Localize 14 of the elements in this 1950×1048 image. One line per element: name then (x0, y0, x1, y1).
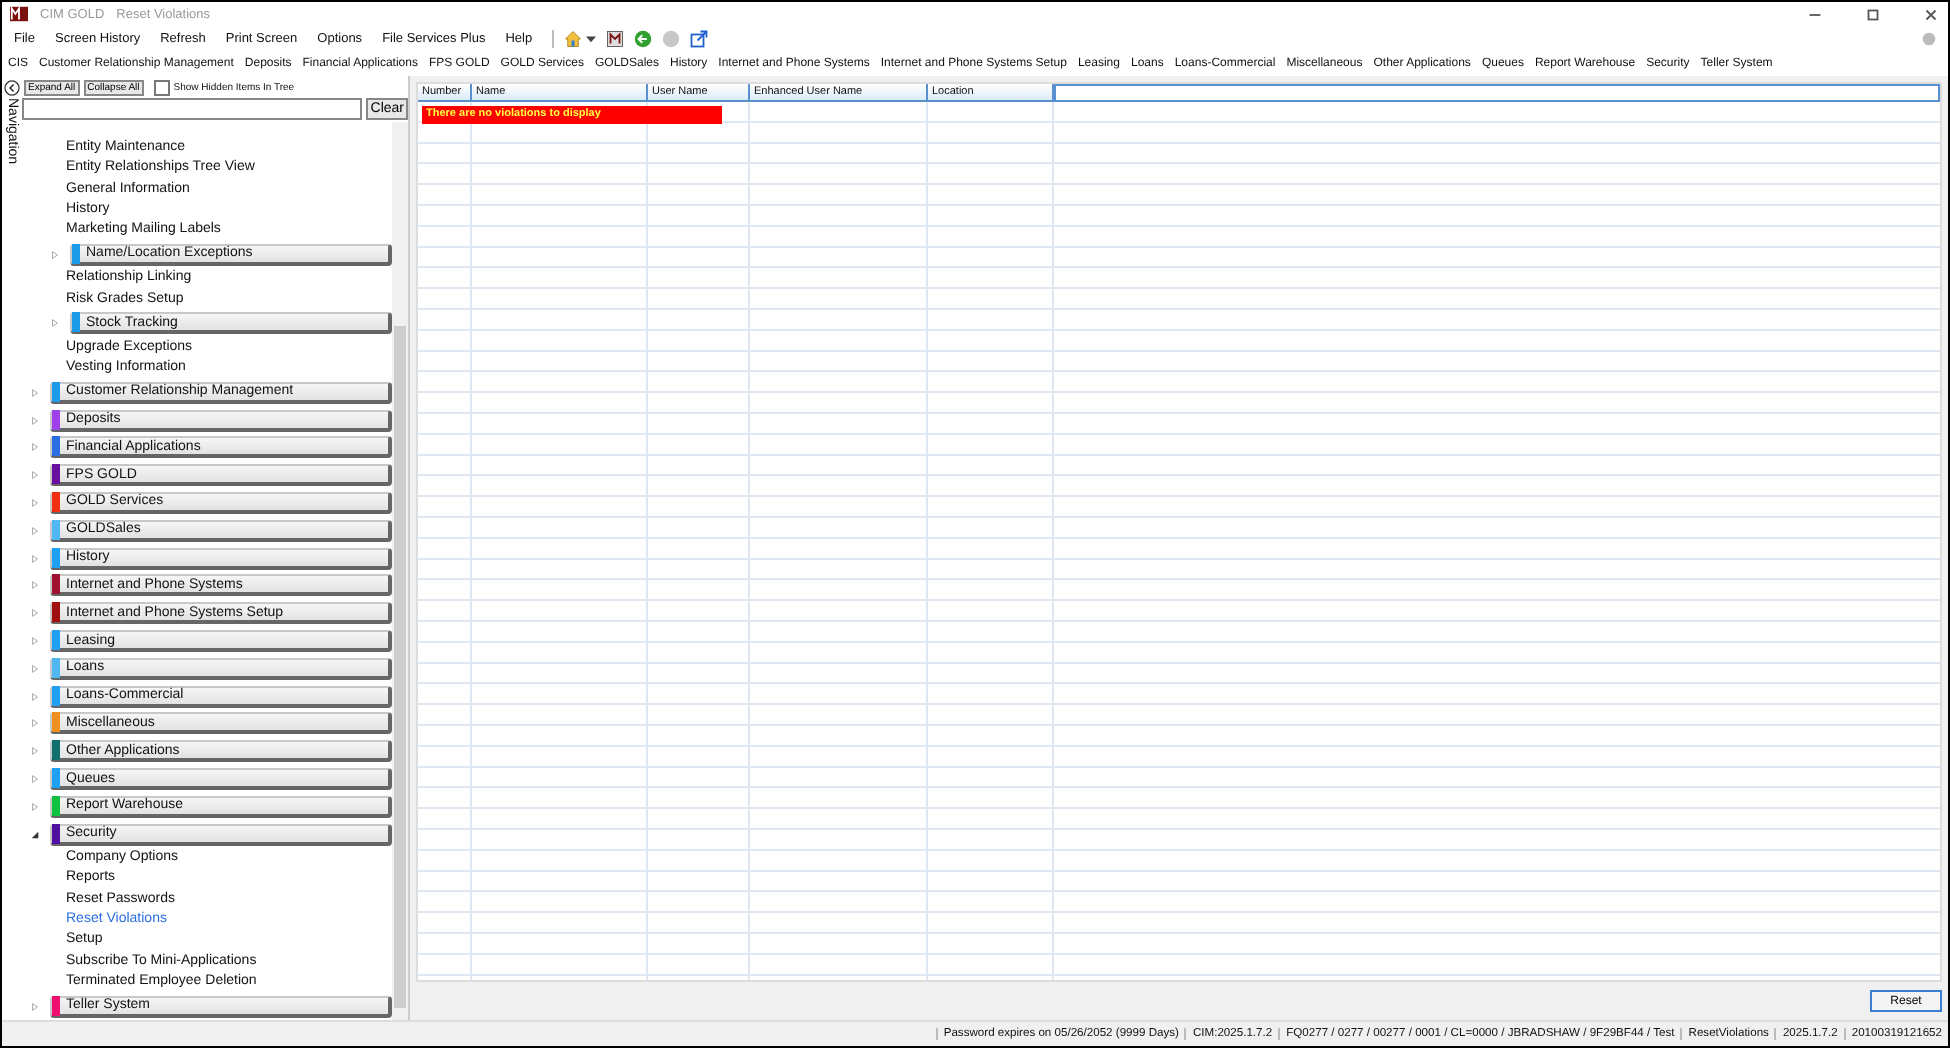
home-icon[interactable] (564, 30, 583, 48)
collapse-panel-icon[interactable] (4, 79, 20, 95)
app-logo-icon[interactable] (606, 30, 625, 48)
search-field[interactable] (22, 98, 363, 120)
circle-icon[interactable] (662, 30, 681, 48)
column-header[interactable] (1054, 84, 1940, 102)
popout-icon[interactable] (690, 30, 709, 48)
expander-icon[interactable] (30, 829, 40, 840)
back-arrow-icon[interactable] (634, 30, 653, 48)
close-icon[interactable] (1922, 5, 1940, 23)
caret-icon[interactable] (586, 34, 597, 44)
maximize-icon[interactable] (1864, 5, 1882, 23)
status-dot-icon (1922, 32, 1936, 46)
show-hidden-checkbox[interactable] (153, 79, 170, 95)
